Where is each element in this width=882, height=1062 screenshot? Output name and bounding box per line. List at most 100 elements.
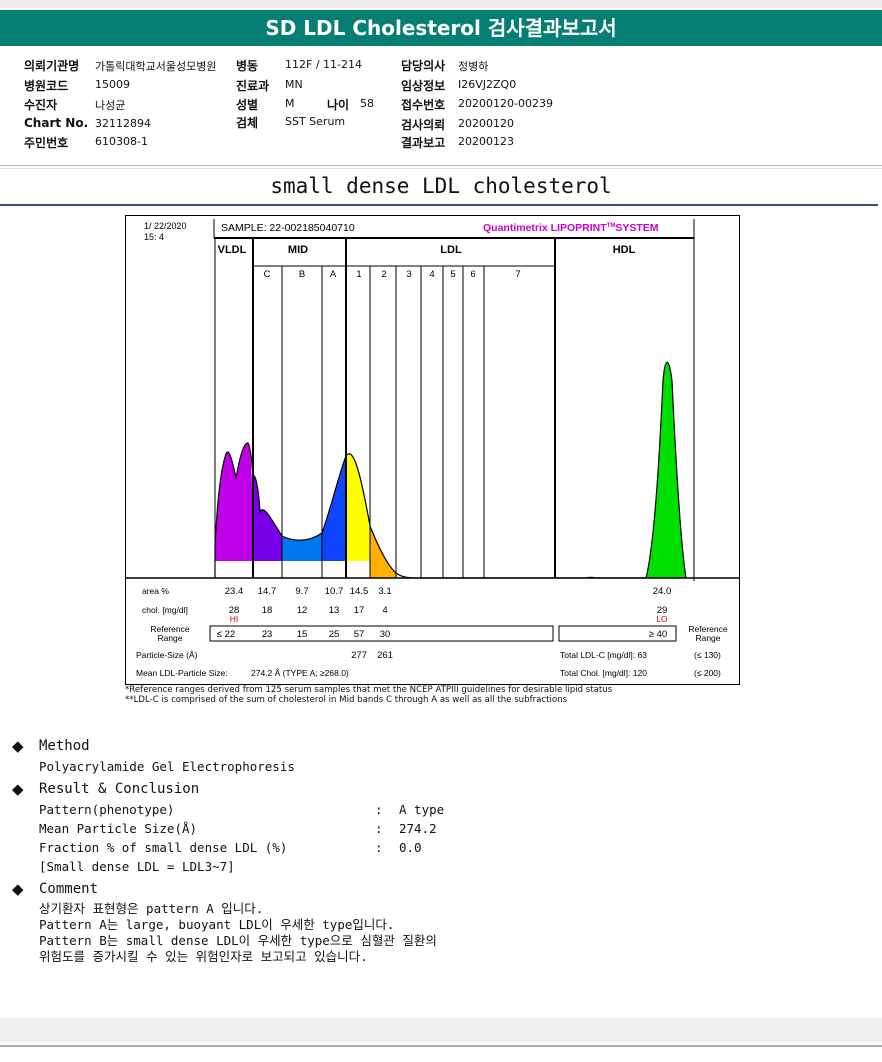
mid-b-area	[282, 533, 322, 561]
flag-hi: HI	[230, 614, 239, 624]
ref-value: 25	[329, 629, 340, 640]
ldl2-area	[370, 526, 396, 578]
band-label: 4	[429, 269, 434, 280]
size-value: 261	[377, 650, 393, 661]
divider	[0, 168, 882, 169]
patient-info: 의뢰기관명 가톨릭대학교서울성모병원 병원코드 15009 수진자 나성균 Ch…	[0, 50, 882, 166]
hdl-area-value: 24.0	[653, 586, 672, 597]
total-chol: Total Chol. [mg/dl]: 120	[560, 668, 647, 678]
chart-time: 15: 4	[144, 232, 164, 242]
info-value: 610308-1	[95, 135, 148, 148]
result-label: Pattern(phenotype)	[39, 802, 175, 817]
result-value: 0.0	[399, 840, 422, 855]
method-text: Polyacrylamide Gel Electrophoresis	[39, 759, 295, 774]
total-ldl-ref: (≤ 130)	[694, 650, 721, 660]
chol-value: 18	[262, 605, 273, 616]
result-colon: :	[375, 802, 383, 817]
area-value: 14.7	[258, 586, 277, 597]
ref-value: ≤ 22	[217, 629, 235, 640]
system-tm: TM	[607, 223, 616, 229]
group-mid: MID	[288, 244, 308, 256]
band-label: A	[330, 269, 337, 280]
chol-value: 12	[297, 605, 308, 616]
row-label-ref: Range	[157, 633, 182, 643]
info-label: 병동	[236, 59, 259, 73]
ref-value: 23	[262, 629, 273, 640]
report-title: SD LDL Cholesterol 검사결과보고서	[0, 10, 882, 46]
bottom-line	[0, 1045, 882, 1047]
info-label: Chart No.	[24, 116, 89, 130]
result-colon: :	[375, 840, 383, 855]
info-value: 15009	[95, 78, 130, 91]
flag-lo: LO	[656, 614, 668, 624]
row-label-mean: Mean LDL-Particle Size:	[136, 668, 228, 678]
band-label: 3	[406, 269, 411, 280]
row-label-area: area %	[142, 586, 169, 596]
info-value: M	[285, 97, 295, 110]
diamond-bullet-icon: ◆	[12, 880, 24, 898]
info-label: 수진자	[24, 98, 58, 112]
info-label: 접수번호	[401, 98, 446, 112]
section-title: small dense LDL cholesterol	[270, 174, 612, 198]
result-value: 274.2	[399, 821, 437, 836]
mean-size-value: 274.2 Å (TYPE A; ≥268.0)	[251, 668, 349, 678]
band-label: B	[299, 269, 305, 280]
comment-line: Pattern A는 large, buoyant LDL이 우세한 type입…	[39, 917, 395, 932]
info-value: 정병하	[458, 60, 489, 73]
info-label: 임상정보	[401, 79, 446, 93]
band-label: 5	[450, 269, 455, 280]
info-label: 담당의사	[401, 59, 446, 73]
info-label: 의뢰기관명	[24, 59, 80, 73]
band-label: C	[264, 269, 271, 280]
group-ldl: LDL	[440, 244, 462, 256]
info-label: 나이	[327, 98, 350, 112]
electrophoresis-plot: 1/ 22/2020 15: 4 SAMPLE: 22-002185040710…	[126, 219, 739, 678]
ref-right-label: Range	[695, 633, 720, 643]
info-value: 32112894	[95, 117, 151, 130]
info-value: 20200123	[458, 135, 514, 148]
result-colon: :	[375, 821, 383, 836]
chart-system: Quantimetrix LIPOPRINTTMSYSTEM	[483, 222, 659, 234]
band-label: 7	[515, 269, 520, 280]
top-strip	[0, 0, 882, 8]
info-value: 가톨릭대학교서울성모병원	[95, 60, 217, 73]
info-value: I26VJ2ZQ0	[458, 78, 517, 91]
comment-line: 상기환자 표현형은 pattern A 입니다.	[39, 901, 264, 916]
info-value: 20200120	[458, 117, 514, 130]
result-note: [Small dense LDL = LDL3~7]	[39, 859, 235, 874]
comment-heading: Comment	[39, 881, 99, 897]
info-label: 주민번호	[24, 136, 69, 150]
band-label: 6	[470, 269, 475, 280]
footnote: **LDL-C is comprised of the sum of chole…	[125, 695, 568, 705]
info-label: 결과보고	[401, 136, 446, 150]
info-label: 검사의뢰	[401, 118, 446, 132]
chol-value: 17	[354, 605, 365, 616]
info-label: 병원코드	[24, 79, 69, 93]
mid-a-area	[322, 456, 346, 561]
band-label: 1	[356, 269, 361, 280]
area-value: 3.1	[378, 586, 391, 597]
ref-value: 57	[354, 629, 365, 640]
info-value: 나성균	[95, 99, 126, 112]
system-name: Quantimetrix LIPOPRINT	[483, 222, 607, 234]
section-underline	[0, 204, 878, 206]
ref-value: 30	[380, 629, 391, 640]
total-ldl: Total LDL-C [mg/dl]: 63	[560, 650, 647, 660]
chol-value: 4	[382, 605, 387, 616]
method-heading: Method	[39, 738, 90, 754]
footnote: *Reference ranges derived from 125 serum…	[125, 685, 613, 695]
row-label-chol: chol. [mg/dl]	[142, 605, 188, 615]
ref-value: 15	[297, 629, 308, 640]
area-value: 23.4	[225, 586, 244, 597]
comment-line: 위험도를 증가시킬 수 있는 위험인자로 보고되고 있습니다.	[39, 949, 368, 964]
hdl-ref-value: ≥ 40	[649, 629, 667, 640]
info-label: 진료과	[236, 79, 270, 93]
diamond-bullet-icon: ◆	[12, 780, 24, 798]
group-hdl: HDL	[613, 244, 636, 256]
info-label: 성별	[236, 98, 259, 112]
chol-value: 13	[329, 605, 340, 616]
total-chol-ref: (≤ 200)	[694, 668, 721, 678]
area-value: 10.7	[325, 586, 344, 597]
diamond-bullet-icon: ◆	[12, 737, 24, 755]
result-label: Fraction % of small dense LDL (%)	[39, 840, 288, 855]
